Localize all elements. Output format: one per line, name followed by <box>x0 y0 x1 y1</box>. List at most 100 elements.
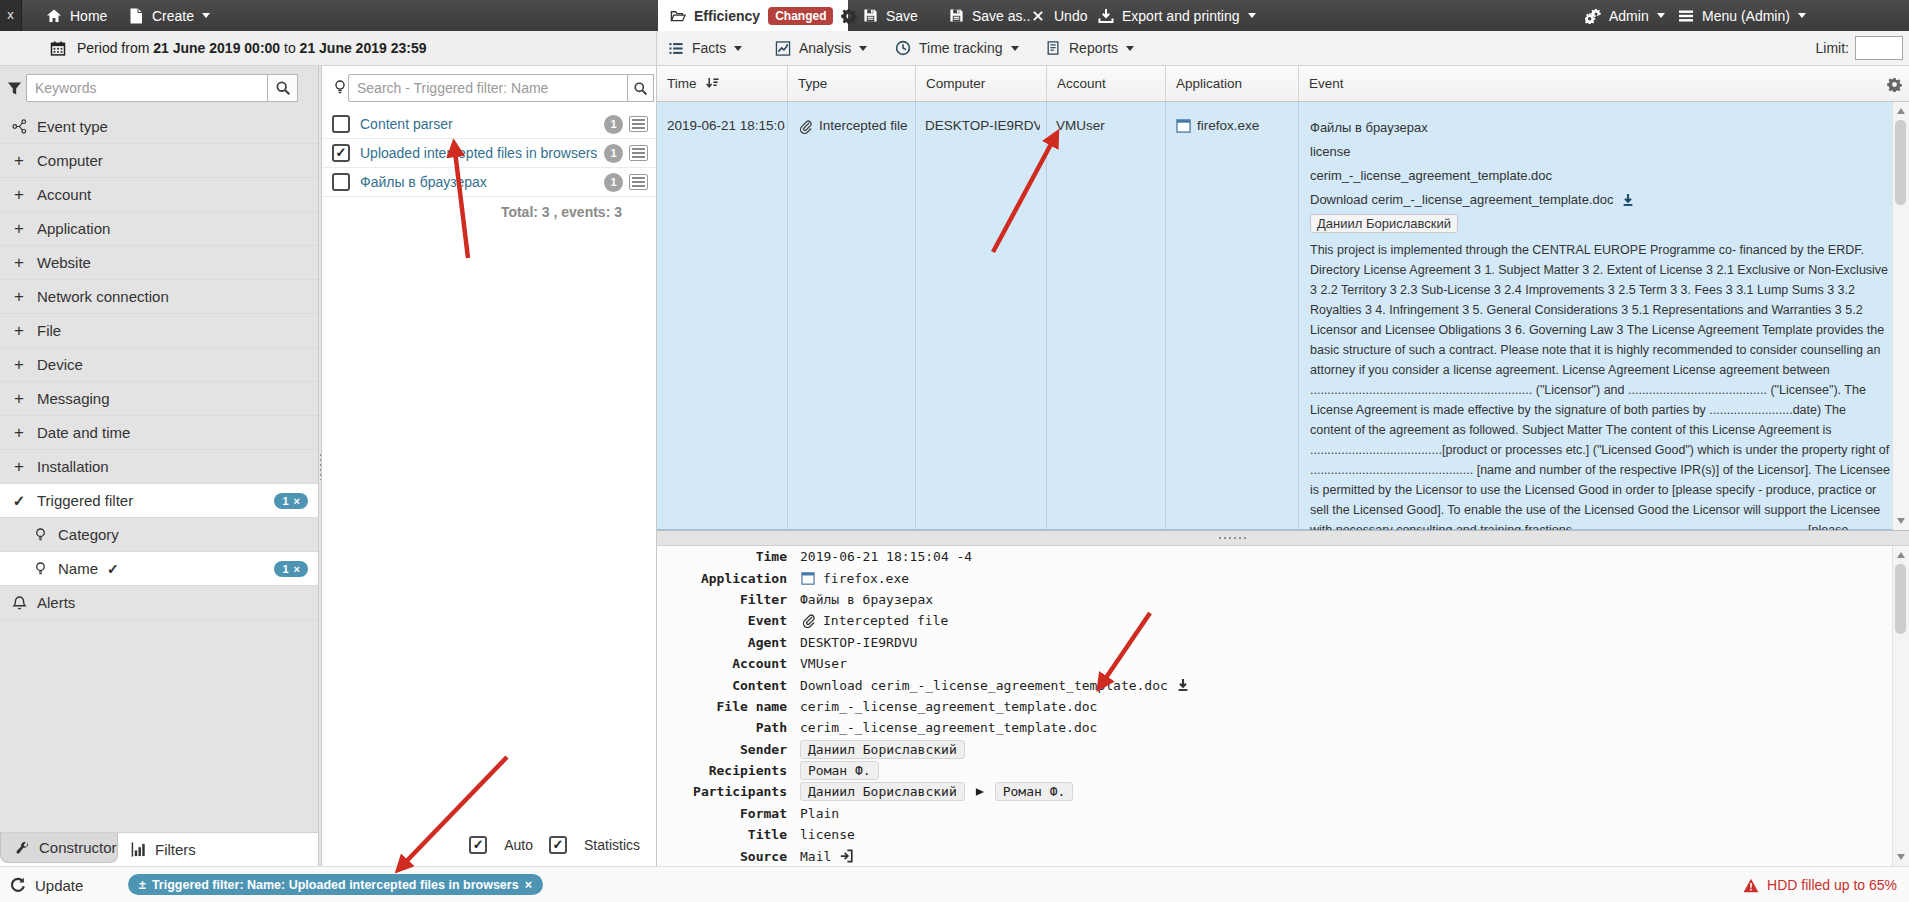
download-icon[interactable] <box>1620 192 1636 208</box>
filter-row-content-parser[interactable]: Content parser1 <box>322 110 656 139</box>
update-button[interactable]: Update <box>10 867 83 902</box>
admin-menu-button[interactable]: Admin <box>1585 0 1665 31</box>
pill-plusminus[interactable]: ± <box>139 878 146 892</box>
sidebar-item-messaging[interactable]: +Messaging <box>0 382 318 416</box>
column-header-time[interactable]: Time <box>657 66 787 101</box>
create-label: Create <box>152 8 194 24</box>
views-bar: FactsAnalysisTime trackingReports Limit: <box>657 31 1909 66</box>
pill-close-icon[interactable]: × <box>525 878 532 892</box>
list-details-icon[interactable] <box>629 145 648 161</box>
save-button[interactable]: Save <box>862 0 918 31</box>
person-tag[interactable]: Роман Ф. <box>800 761 879 780</box>
sidebar-item-alerts[interactable]: Alerts <box>0 586 318 620</box>
filter-checkbox[interactable]: ✓ <box>332 144 350 162</box>
tab-efficiency[interactable]: Efficiency Changed <box>658 0 848 32</box>
active-filter-pill[interactable]: ± Triggered filter: Name: Uploaded inter… <box>128 874 543 895</box>
sidebar-item-device[interactable]: +Device <box>0 348 318 382</box>
column-header-application[interactable]: Application <box>1165 66 1298 101</box>
plus-icon: + <box>9 222 29 236</box>
sidebar-item-application[interactable]: +Application <box>0 212 318 246</box>
main-menu-button[interactable]: Menu (Admin) <box>1678 0 1806 31</box>
column-header-type[interactable]: Type <box>787 66 915 101</box>
person-tag[interactable]: Роман Ф. <box>995 782 1074 801</box>
scroll-up-arrow[interactable] <box>1897 108 1905 114</box>
auto-checkbox[interactable]: ✓ <box>469 836 487 854</box>
tab-settings-gear-icon[interactable] <box>841 8 857 24</box>
column-header-computer[interactable]: Computer <box>915 66 1046 101</box>
gears-icon <box>1585 8 1601 24</box>
download-icon[interactable] <box>1175 677 1191 693</box>
badge-close-icon[interactable]: × <box>294 563 300 575</box>
bulb-icon <box>30 527 50 543</box>
filter-count-badge[interactable]: 1× <box>274 493 308 509</box>
statistics-option[interactable]: ✓Statistics <box>549 836 640 854</box>
event-download-link[interactable]: Download cerim_-_license_agreement_templ… <box>1310 190 1890 209</box>
sidebar-item-name[interactable]: Name✓1× <box>0 552 318 586</box>
triggered-filter-search-input[interactable] <box>348 74 628 102</box>
close-tab-button[interactable]: x <box>0 0 22 31</box>
limit-input[interactable] <box>1855 36 1903 60</box>
home-button[interactable]: Home <box>46 0 107 31</box>
column-header-event[interactable]: Event <box>1298 66 1892 101</box>
event-sender-tag-line: Даниил Бориславский <box>1310 214 1890 233</box>
sidebar-item-computer[interactable]: +Computer <box>0 144 318 178</box>
filter-row-uploaded-intercepted-files-in-browsers[interactable]: ✓Uploaded intercepted files in browsers1 <box>322 139 656 168</box>
person-tag[interactable]: Даниил Бориславский <box>800 740 965 759</box>
signin-icon[interactable] <box>838 848 854 864</box>
sort-descending-icon <box>705 76 721 92</box>
horizontal-splitter[interactable] <box>657 530 1909 546</box>
scroll-down-arrow[interactable] <box>1897 518 1905 524</box>
statistics-checkbox[interactable]: ✓ <box>549 836 567 854</box>
list-details-icon[interactable] <box>629 174 648 190</box>
sidebar-item-event-type[interactable]: Event type <box>0 110 318 144</box>
sidebar-item-label: Website <box>37 254 91 271</box>
details-vertical-scrollbar[interactable] <box>1892 546 1909 866</box>
save-as-button[interactable]: Save as.. <box>948 0 1030 31</box>
list-details-icon[interactable] <box>629 116 648 132</box>
create-button[interactable]: Create <box>128 0 210 31</box>
person-tag[interactable]: Даниил Бориславский <box>800 782 965 801</box>
plus-icon: + <box>9 426 29 440</box>
column-header-account[interactable]: Account <box>1046 66 1165 101</box>
auto-option[interactable]: ✓Auto <box>469 836 533 854</box>
period-bar[interactable]: Period from 21 June 2019 00:00 to 21 Jun… <box>0 31 657 66</box>
tab-filters[interactable]: Filters <box>130 833 196 865</box>
sidebar-item-account[interactable]: +Account <box>0 178 318 212</box>
keywords-search-button[interactable] <box>268 74 298 102</box>
sender-tag[interactable]: Даниил Бориславский <box>1310 214 1458 233</box>
table-vertical-scrollbar[interactable] <box>1892 102 1909 530</box>
columns-settings-gear-icon[interactable] <box>1886 76 1902 92</box>
badge-close-icon[interactable]: × <box>294 495 300 507</box>
sidebar-item-triggered-filter[interactable]: ✓Triggered filter1× <box>0 484 318 518</box>
filter-checkbox[interactable] <box>332 115 350 133</box>
sidebar-item-category[interactable]: Category <box>0 518 318 552</box>
badge-count: 1 <box>282 495 288 507</box>
sidebar-item-installation[interactable]: +Installation <box>0 450 318 484</box>
sidebar-item-network-connection[interactable]: +Network connection <box>0 280 318 314</box>
sidebar-item-date-and-time[interactable]: +Date and time <box>0 416 318 450</box>
detail-label: Content <box>657 678 787 693</box>
filter-count-badge[interactable]: 1× <box>274 561 308 577</box>
keywords-input[interactable] <box>26 74 268 102</box>
sidebar-item-label: Category <box>58 526 119 543</box>
tab-constructor[interactable]: Constructor <box>0 833 118 863</box>
triggered-filter-search-button[interactable] <box>628 74 654 102</box>
filter-checkbox[interactable] <box>332 173 350 191</box>
scroll-up-arrow[interactable] <box>1897 552 1905 558</box>
export-printing-button[interactable]: Export and printing <box>1098 0 1256 31</box>
detail-value: license <box>800 827 855 842</box>
detail-label: Sender <box>657 742 787 757</box>
scrollbar-thumb[interactable] <box>1895 120 1906 205</box>
chevron-down-icon <box>734 46 742 51</box>
sidebar-item-file[interactable]: +File <box>0 314 318 348</box>
views-menu-time-tracking[interactable]: Time tracking <box>895 31 1019 65</box>
scrollbar-thumb[interactable] <box>1895 564 1906 634</box>
scroll-down-arrow[interactable] <box>1897 854 1905 860</box>
cell-account: VMUser <box>1056 118 1159 133</box>
views-menu-analysis[interactable]: Analysis <box>775 31 867 65</box>
sidebar-item-website[interactable]: +Website <box>0 246 318 280</box>
undo-button[interactable]: Undo <box>1030 0 1087 31</box>
views-menu-reports[interactable]: Reports <box>1045 31 1134 65</box>
views-menu-facts[interactable]: Facts <box>668 31 742 65</box>
filter-row-файлы-в-браузерах[interactable]: Файлы в браузерах1 <box>322 168 656 197</box>
